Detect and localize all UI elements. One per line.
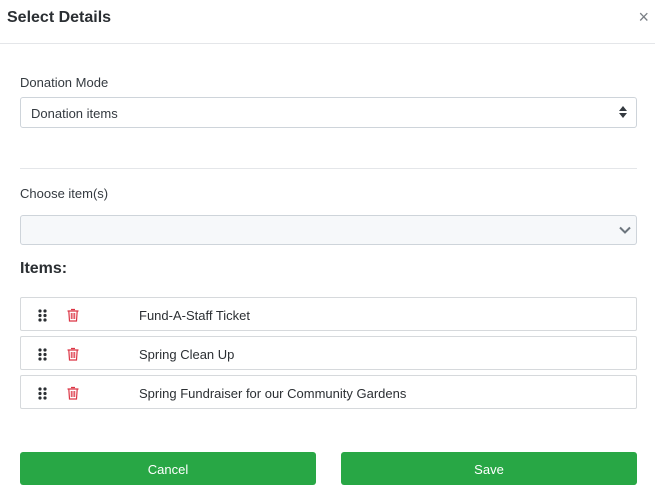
trash-icon[interactable] bbox=[67, 347, 79, 361]
drag-handle-icon[interactable] bbox=[38, 348, 47, 361]
trash-icon[interactable] bbox=[67, 386, 79, 400]
choose-items-label: Choose item(s) bbox=[20, 186, 109, 201]
drag-handle-icon[interactable] bbox=[38, 309, 47, 322]
modal-header: Select Details × bbox=[0, 0, 655, 44]
close-icon[interactable]: × bbox=[638, 8, 649, 26]
item-name: Fund-A-Staff Ticket bbox=[139, 308, 251, 323]
section-divider bbox=[20, 168, 637, 169]
item-name: Spring Clean Up bbox=[139, 347, 235, 362]
save-button[interactable]: Save bbox=[341, 452, 637, 485]
donation-mode-label: Donation Mode bbox=[20, 75, 109, 90]
sort-caret-icon bbox=[619, 106, 627, 118]
chevron-down-icon bbox=[619, 226, 631, 234]
drag-handle-icon[interactable] bbox=[38, 387, 47, 400]
trash-icon[interactable] bbox=[67, 308, 79, 322]
cancel-button[interactable]: Cancel bbox=[20, 452, 316, 485]
item-name: Spring Fundraiser for our Community Gard… bbox=[139, 386, 407, 401]
items-heading: Items: bbox=[20, 260, 68, 277]
modal-title: Select Details bbox=[7, 9, 112, 26]
list-item: Fund-A-Staff Ticket bbox=[20, 297, 637, 331]
donation-mode-value: Donation items bbox=[31, 106, 118, 121]
donation-mode-select[interactable]: Donation items bbox=[20, 97, 637, 128]
list-item: Spring Clean Up bbox=[20, 336, 637, 370]
list-item: Spring Fundraiser for our Community Gard… bbox=[20, 375, 637, 409]
choose-items-select[interactable] bbox=[20, 215, 637, 245]
